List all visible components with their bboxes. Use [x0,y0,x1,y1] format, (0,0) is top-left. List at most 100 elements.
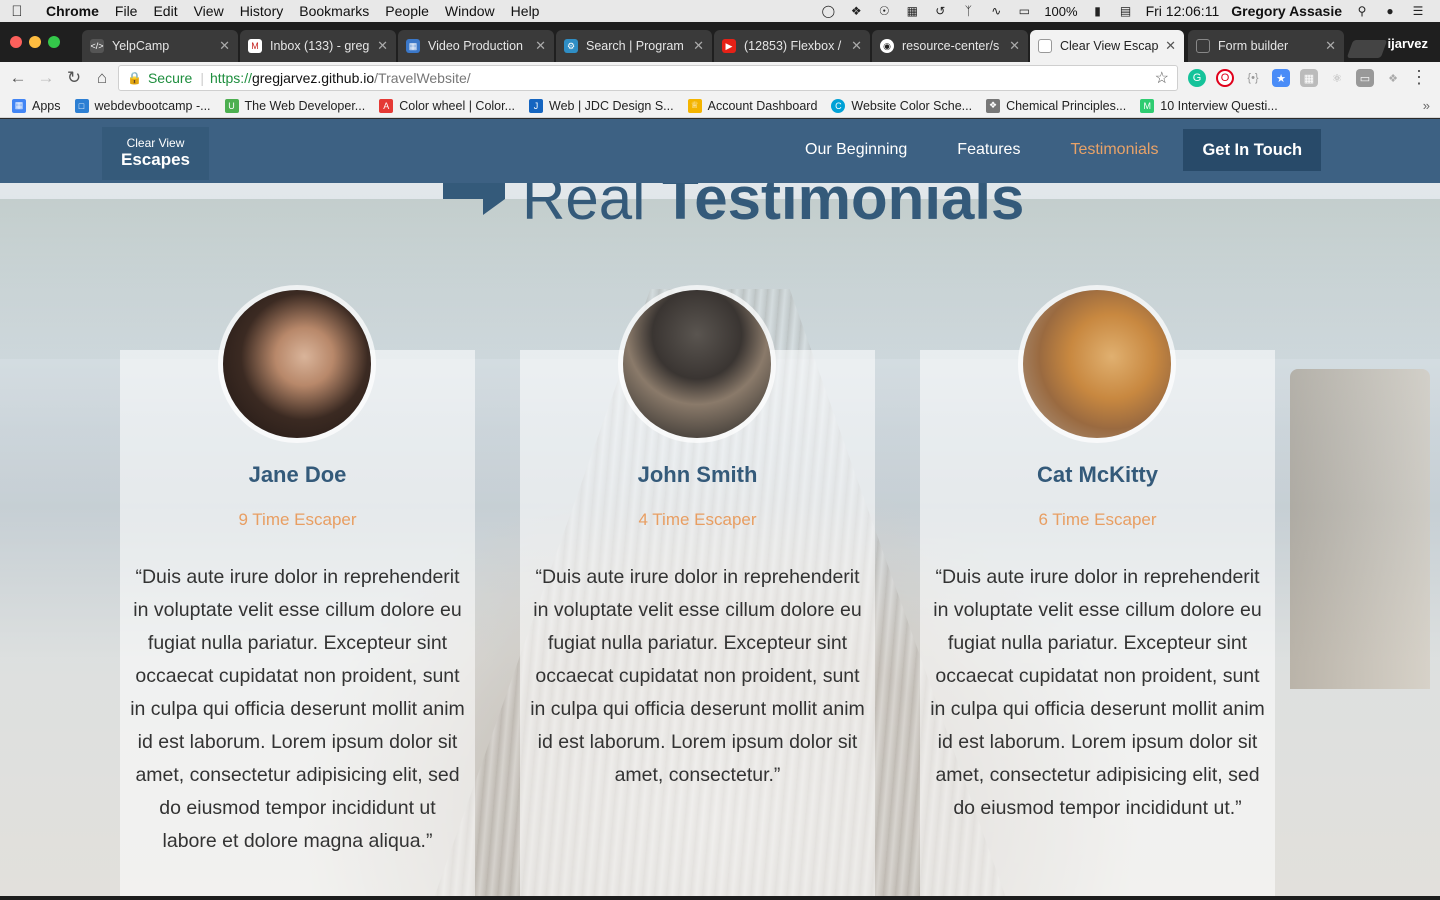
bookmark-label: Chemical Principles... [1006,98,1127,113]
tab-video-production[interactable]: ▦ Video Production ✕ [398,30,554,62]
tab-form-builder[interactable]: Form builder ✕ [1188,30,1344,62]
tab-resource-center[interactable]: ◉ resource-center/s ✕ [872,30,1028,62]
address-bar[interactable]: 🔒 Secure | https:// gregjarvez.github.io… [118,65,1178,91]
url-path: /TravelWebsite/ [374,70,471,86]
close-tab-icon[interactable]: ✕ [851,38,862,54]
close-tab-icon[interactable]: ✕ [693,38,704,54]
menu-window[interactable]: Window [437,3,503,19]
extension-grid-icon[interactable]: ▦ [1300,69,1318,87]
adobe-icon: A [379,98,394,113]
battery-percent: 100% [1044,3,1078,19]
creative-cloud-icon[interactable]: ◯ [820,4,836,18]
grammarly-icon[interactable]: G [1188,69,1206,87]
menu-history[interactable]: History [232,3,292,19]
get-in-touch-button[interactable]: Get In Touch [1183,129,1322,171]
bookmark-web-developer[interactable]: U The Web Developer... [224,98,365,113]
brand-logo[interactable]: Clear View Escapes [102,127,209,180]
close-tab-icon[interactable]: ✕ [535,38,546,54]
close-tab-icon[interactable]: ✕ [1165,38,1176,54]
airplay-icon[interactable]: ▭ [1016,4,1032,18]
zoom-window-button[interactable] [48,36,60,48]
spectacle-icon[interactable]: ▦ [904,4,920,18]
chevron-right-icon[interactable]: » [1423,98,1430,113]
menu-user-name[interactable]: Gregory Assasie [1231,3,1342,19]
udemy-u-icon: U [224,98,239,113]
new-tab-button[interactable] [1346,40,1388,58]
reload-icon[interactable]: ↻ [60,68,88,88]
menu-edit[interactable]: Edit [145,3,185,19]
avatar-jane-doe [218,285,376,443]
profile-name[interactable]: ijarvez [1388,36,1428,51]
tab-search-program[interactable]: ⚙ Search | Program ✕ [556,30,712,62]
spotlight-search-icon[interactable]: ⚲ [1354,4,1370,18]
time-machine-icon[interactable]: ↺ [932,4,948,18]
close-tab-icon[interactable]: ✕ [1009,38,1020,54]
bookmark-label: Web | JDC Design S... [549,98,674,113]
window-resizer-icon[interactable]: ▭ [1356,69,1374,87]
testimonial-rank: 6 Time Escaper [1038,510,1157,529]
dropbox-icon[interactable]: ❖ [848,4,864,18]
testimonial-name: Cat McKitty [1036,462,1158,487]
bookmark-chemical-principles[interactable]: ❖ Chemical Principles... [986,98,1127,113]
input-source-icon[interactable]: ▤ [1118,4,1134,18]
wifi-icon[interactable]: ∿ [988,4,1004,18]
wooden-post-background [1290,369,1430,689]
notification-center-icon[interactable]: ☰ [1410,4,1426,18]
battery-icon[interactable]: ▮ [1090,4,1106,18]
window-controls [10,36,60,48]
testimonial-name: Jane Doe [248,462,347,487]
translate-icon[interactable]: ★ [1272,69,1290,87]
trello-icon: ▦ [406,39,420,53]
forward-arrow-icon[interactable]: → [32,68,60,88]
bookmark-webdevbootcamp[interactable]: □ webdevbootcamp -... [74,98,211,113]
bookmark-color-wheel[interactable]: A Color wheel | Color... [379,98,515,113]
url-host: gregjarvez.github.io [251,70,375,86]
bookmark-star-icon[interactable]: ☆ [1155,68,1169,88]
tab-clear-view-escape[interactable]: Clear View Escape ✕ [1030,30,1184,62]
close-window-button[interactable] [10,36,22,48]
bookmark-interview-questions[interactable]: M 10 Interview Questi... [1140,98,1278,113]
bookmark-color-scheme[interactable]: C Website Color Sche... [831,98,972,113]
close-tab-icon[interactable]: ✕ [1325,38,1336,54]
tab-yelpcamp[interactable]: </> YelpCamp ✕ [82,30,238,62]
tab-inbox[interactable]: M Inbox (133) - greg ✕ [240,30,396,62]
bluetooth-icon[interactable]: ᛉ [960,4,976,18]
bookmark-jdc-design[interactable]: J Web | JDC Design S... [529,98,674,113]
menu-clock[interactable]: Fri 12:06:11 [1146,3,1220,19]
home-icon[interactable]: ⌂ [88,68,116,88]
siri-icon[interactable]: ● [1382,4,1398,18]
back-arrow-icon[interactable]: ← [4,68,32,88]
dropbox-extension-icon[interactable]: ❖ [1384,69,1402,87]
apple-menu-icon[interactable]:  [0,3,34,20]
bookmark-account-dashboard[interactable]: ♕ Account Dashboard [687,98,818,113]
testimonial-rank: 4 Time Escaper [638,510,757,529]
tab-flexbox-youtube[interactable]: ▶ (12853) Flexbox / ✕ [714,30,870,62]
menu-bookmarks[interactable]: Bookmarks [291,3,377,19]
nav-testimonials[interactable]: Testimonials [1045,129,1183,171]
udemy-icon: □ [74,98,89,113]
accessibility-icon[interactable]: ☉ [876,4,892,18]
gear-icon: ⚙ [564,39,578,53]
bookmark-apps[interactable]: ▦ Apps [12,98,61,113]
youtube-icon: ▶ [722,39,736,53]
close-tab-icon[interactable]: ✕ [377,38,388,54]
portrait-cat-image [1023,290,1171,438]
json-icon[interactable]: {•} [1244,69,1262,87]
chrome-menu-icon[interactable]: ⋮ [1410,67,1428,88]
tab-title: Video Production [428,39,523,53]
react-icon[interactable]: ⚛ [1328,69,1346,87]
minimize-window-button[interactable] [29,36,41,48]
portrait-man-vr-image [623,290,771,438]
opera-icon[interactable]: O [1216,69,1234,87]
nav-features[interactable]: Features [932,129,1045,171]
menu-help[interactable]: Help [503,3,548,19]
nav-our-beginning[interactable]: Our Beginning [780,129,932,171]
menu-app-chrome[interactable]: Chrome [34,3,107,19]
close-tab-icon[interactable]: ✕ [219,38,230,54]
testimonial-quote: “Duis aute irure dolor in reprehenderit … [130,566,465,852]
menu-file[interactable]: File [107,3,146,19]
menu-people[interactable]: People [377,3,437,19]
menu-view[interactable]: View [186,3,232,19]
macos-menu-bar:  Chrome File Edit View History Bookmark… [0,0,1440,22]
bookmark-label: Account Dashboard [707,98,818,113]
